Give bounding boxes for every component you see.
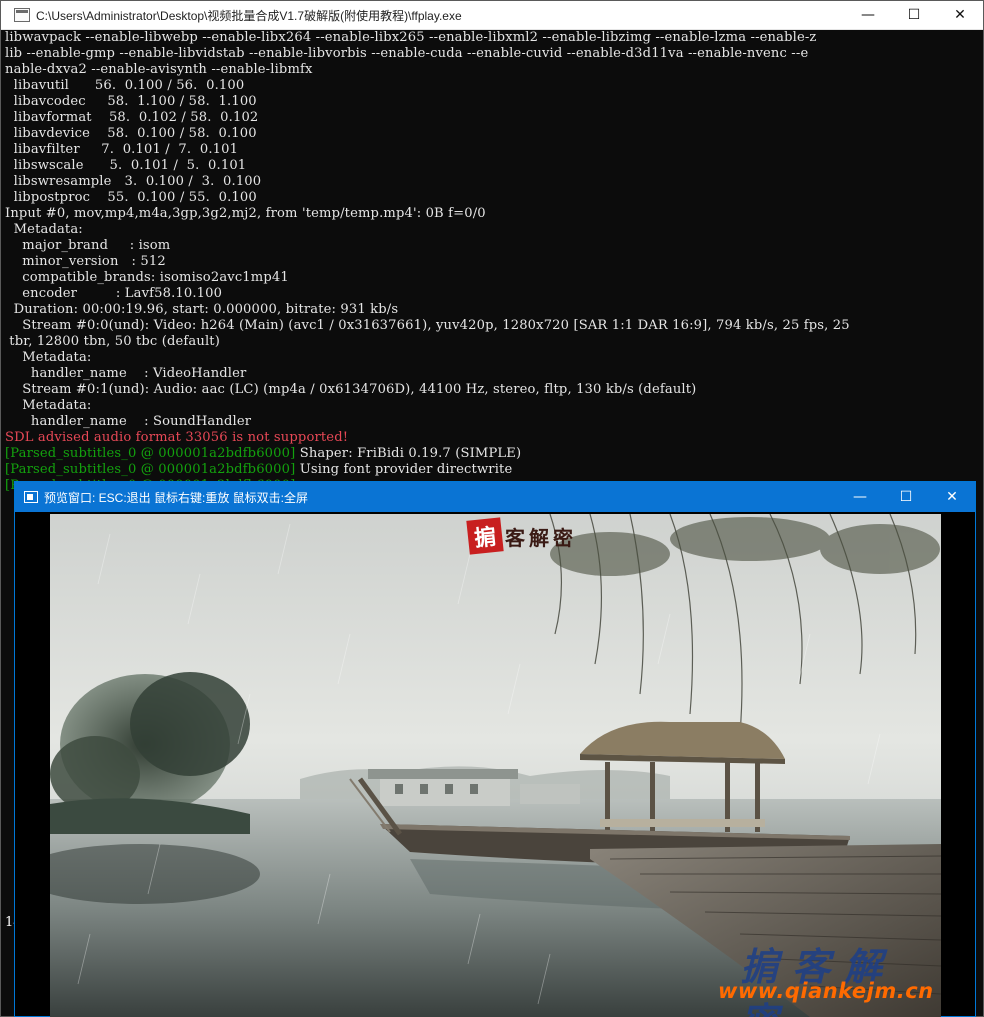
logo: 掮 客解密 — [466, 514, 577, 558]
console-line: handler_name : SoundHandler — [5, 414, 252, 429]
log-text: Using font provider directwrite — [295, 462, 513, 477]
console-line: libswresample 3. 0.100 / 3. 0.100 — [5, 174, 262, 189]
console-line: libavfilter 7. 0.101 / 7. 0.101 — [5, 142, 239, 157]
log-tag: [Parsed_subtitles_0 @ 000001a2bdfb6000] — [5, 446, 296, 461]
preview-close-button[interactable]: ✕ — [929, 482, 975, 512]
console-line: Metadata: — [5, 350, 92, 365]
minimize-button[interactable]: — — [845, 1, 891, 29]
console-line: libavdevice 58. 0.100 / 58. 0.100 — [5, 126, 257, 141]
console-line: encoder : Lavf58.10.100 — [5, 286, 223, 301]
preview-window-controls: — ☐ ✕ — [837, 482, 975, 512]
console-line: tbr, 12800 tbn, 50 tbc (default) — [5, 334, 220, 349]
console-line: major_brand : isom — [5, 238, 171, 253]
console-line: Duration: 00:00:19.96, start: 0.000000, … — [5, 302, 399, 317]
log-tag: [Parsed_subtitles_0 @ 000001a2bdfb6000] — [5, 462, 296, 477]
maximize-button[interactable]: ☐ — [891, 1, 937, 29]
subtitle-log-line: [Parsed_subtitles_0 @ 000001a2bdfb6000] … — [5, 446, 967, 462]
preview-window: 预览窗口: ESC:退出 鼠标右键:重放 鼠标双击:全屏 — ☐ ✕ 掮 客解密… — [14, 481, 976, 1017]
console-window-controls: — ☐ ✕ — [845, 1, 983, 29]
preview-minimize-button[interactable]: — — [837, 482, 883, 512]
console-titlebar[interactable]: C:\Users\Administrator\Desktop\视频批量合成V1.… — [1, 1, 983, 30]
console-line: libavutil 56. 0.100 / 56. 0.100 — [5, 78, 245, 93]
preview-titlebar[interactable]: 预览窗口: ESC:退出 鼠标右键:重放 鼠标双击:全屏 — ☐ ✕ — [15, 482, 975, 512]
console-app-icon — [14, 8, 30, 22]
console-line: Stream #0:1(und): Audio: aac (LC) (mp4a … — [5, 382, 697, 397]
video-frame[interactable]: 掮 客解密 掮客解密 www.qiankejm.cn — [50, 514, 941, 1017]
preview-maximize-button[interactable]: ☐ — [883, 482, 929, 512]
console-line: nable-dxva2 --enable-avisynth --enable-l… — [5, 62, 313, 77]
preview-title: 预览窗口: ESC:退出 鼠标右键:重放 鼠标双击:全屏 — [44, 490, 309, 505]
preview-app-icon — [24, 491, 38, 503]
subtitle-log-line: [Parsed_subtitles_0 @ 000001a2bdfb6000] … — [5, 462, 967, 478]
console-line: libavformat 58. 0.102 / 58. 0.102 — [5, 110, 259, 125]
logo-stamp: 掮 — [466, 517, 504, 555]
console-line: libpostproc 55. 0.100 / 55. 0.100 — [5, 190, 257, 205]
console-line: compatible_brands: isomiso2avc1mp41 — [5, 270, 289, 285]
console-line: libavcodec 58. 1.100 / 58. 1.100 — [5, 94, 257, 109]
console-line: libwavpack --enable-libwebp --enable-lib… — [5, 30, 817, 45]
console-title: C:\Users\Administrator\Desktop\视频批量合成V1.… — [36, 8, 462, 23]
console-line: Metadata: — [5, 222, 83, 237]
watermark-url: www.qiankejm.cn — [718, 979, 934, 1003]
close-button[interactable]: ✕ — [937, 1, 983, 29]
log-text: Shaper: FriBidi 0.19.7 (SIMPLE) — [295, 446, 522, 461]
console-line: lib --enable-gmp --enable-libvidstab --e… — [5, 46, 809, 61]
console-line: Input #0, mov,mp4,m4a,3gp,3g2,mj2, from … — [5, 206, 486, 221]
console-line: handler_name : VideoHandler — [5, 366, 247, 381]
video-area[interactable]: 掮 客解密 掮客解密 www.qiankejm.cn — [15, 512, 975, 1017]
watermark-text: 掮客解密 — [740, 945, 897, 1017]
console-line: Stream #0:0(und): Video: h264 (Main) (av… — [5, 318, 850, 333]
error-line: SDL advised audio format 33056 is not su… — [5, 430, 349, 445]
console-line: Metadata: — [5, 398, 92, 413]
console-line: libswscale 5. 0.101 / 5. 0.101 — [5, 158, 247, 173]
logo-brand: 客解密 — [505, 525, 577, 550]
console-line: minor_version : 512 — [5, 254, 166, 269]
